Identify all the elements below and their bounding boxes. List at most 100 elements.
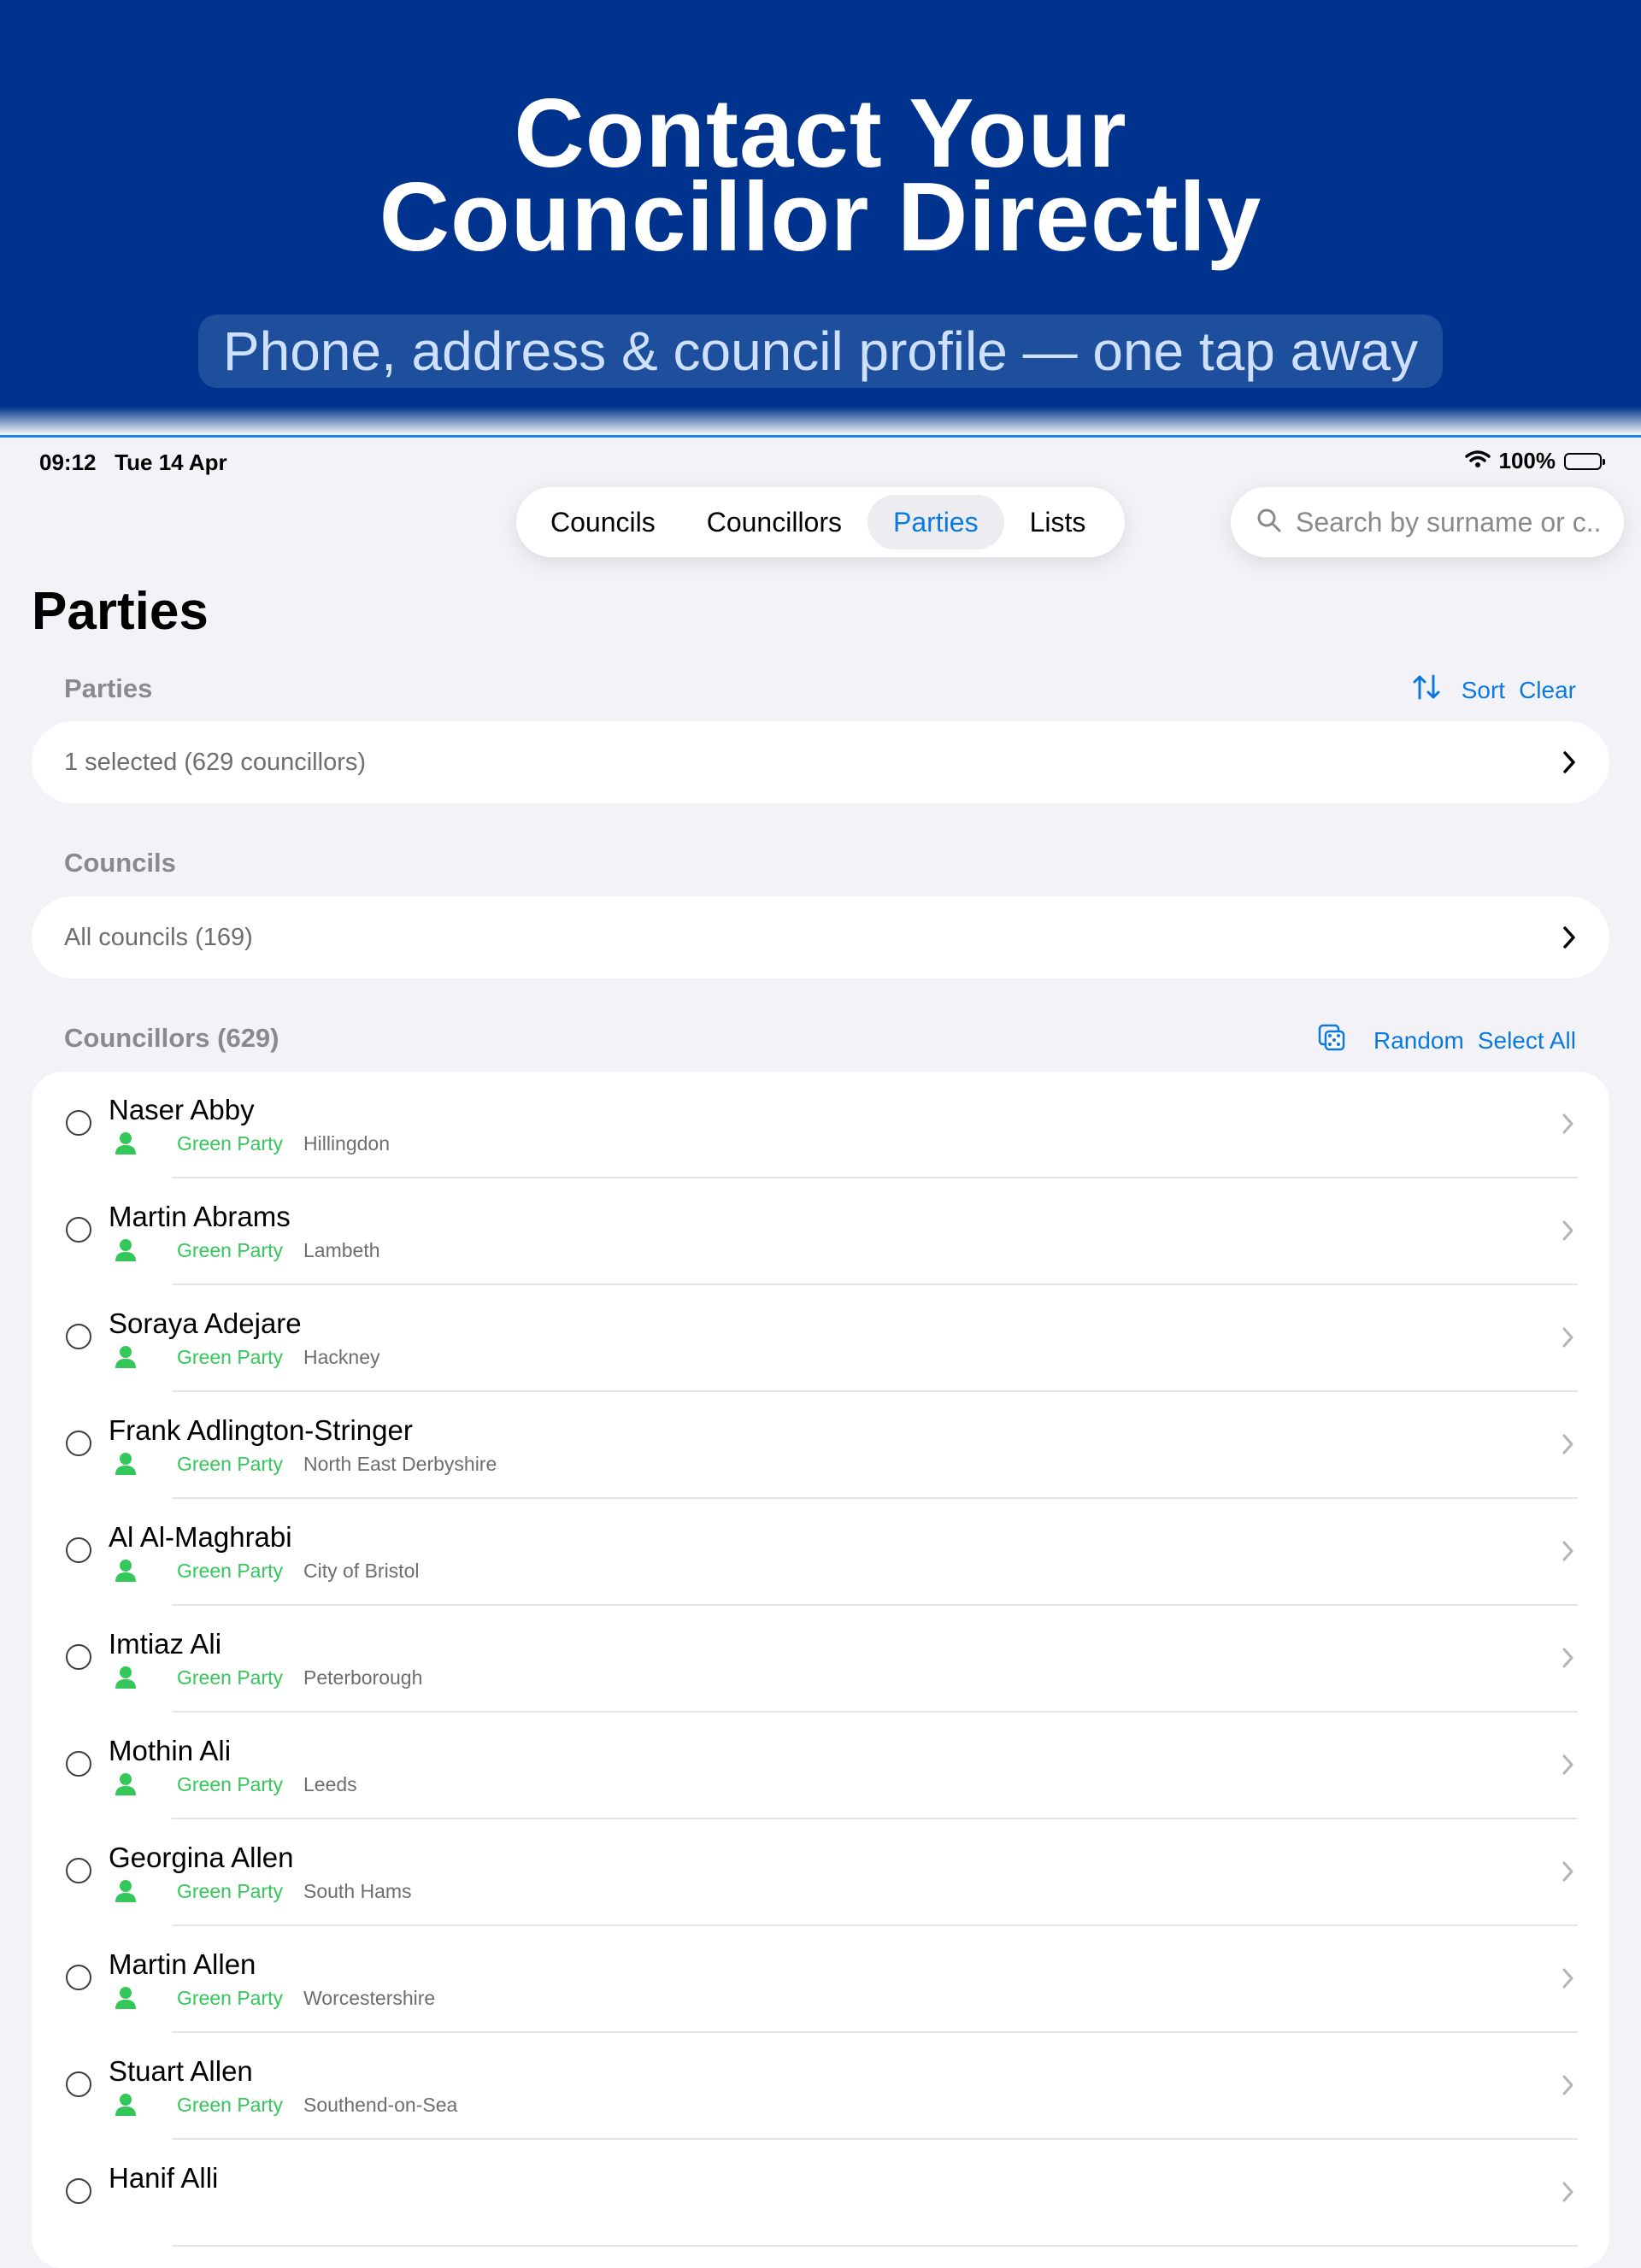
selection-radio[interactable] bbox=[66, 1858, 91, 1883]
councillor-meta: Green Party Hillingdon bbox=[115, 1131, 390, 1155]
banner-fade bbox=[0, 407, 1641, 436]
councillor-name: Mothin Ali bbox=[109, 1735, 232, 1766]
councillor-meta: Green Party Peterborough bbox=[115, 1666, 422, 1689]
party-name: Green Party bbox=[177, 1879, 283, 1902]
status-bar-time: 09:12 Tue 14 Apr bbox=[39, 449, 227, 476]
council-name: North East Derbyshire bbox=[303, 1452, 497, 1475]
councillor-meta: Green Party City of Bristol bbox=[115, 1559, 419, 1583]
council-name: Lambeth bbox=[303, 1238, 380, 1261]
chevron-right-icon bbox=[1562, 750, 1577, 779]
person-icon bbox=[115, 1559, 137, 1583]
person-icon bbox=[115, 1238, 137, 1262]
councillor-list: Naser Abby Green Party Hillingdon Martin… bbox=[32, 1072, 1609, 2268]
councillor-meta: Green Party Leeds bbox=[115, 1772, 357, 1796]
councillor-name: Georgina Allen bbox=[109, 1842, 294, 1873]
person-icon bbox=[115, 2093, 137, 2117]
parties-section-label: Parties bbox=[64, 673, 153, 703]
party-name: Green Party bbox=[177, 1559, 283, 1582]
councils-section-label: Councils bbox=[64, 848, 176, 878]
councillor-row[interactable]: Hanif Alli bbox=[32, 2140, 1609, 2247]
dice-icon[interactable] bbox=[1317, 1023, 1346, 1058]
councils-selector[interactable]: All councils (169) bbox=[32, 896, 1609, 978]
council-name: City of Bristol bbox=[303, 1559, 420, 1582]
parties-selector[interactable]: 1 selected (629 councillors) bbox=[32, 721, 1609, 803]
selection-radio[interactable] bbox=[66, 1751, 91, 1777]
status-date: Tue 14 Apr bbox=[115, 449, 227, 475]
battery-icon bbox=[1564, 452, 1605, 470]
councillor-name: Stuart Allen bbox=[109, 2055, 253, 2087]
tab-parties[interactable]: Parties bbox=[868, 495, 1004, 549]
person-icon bbox=[115, 1666, 137, 1689]
search-icon bbox=[1256, 508, 1282, 538]
clear-button[interactable]: Clear bbox=[1519, 677, 1576, 704]
selection-radio[interactable] bbox=[66, 2178, 91, 2204]
selection-radio[interactable] bbox=[66, 1431, 91, 1456]
party-name: Green Party bbox=[177, 2093, 283, 2116]
status-time: 09:12 bbox=[39, 449, 97, 475]
selection-radio[interactable] bbox=[66, 1644, 91, 1670]
person-icon bbox=[115, 1345, 137, 1369]
person-icon bbox=[115, 1986, 137, 2010]
promo-banner: Contact Your Councillor Directly Phone, … bbox=[0, 0, 1641, 407]
tab-councils[interactable]: Councils bbox=[525, 495, 681, 549]
search-bar[interactable] bbox=[1231, 487, 1624, 557]
select-all-button[interactable]: Select All bbox=[1478, 1027, 1576, 1055]
party-name: Green Party bbox=[177, 1452, 283, 1475]
councillor-meta: Green Party Worcestershire bbox=[115, 1986, 435, 2010]
person-icon bbox=[115, 1879, 137, 1903]
party-name: Green Party bbox=[177, 1345, 283, 1368]
selection-radio[interactable] bbox=[66, 1965, 91, 1990]
selection-radio[interactable] bbox=[66, 1217, 91, 1243]
row-divider bbox=[172, 2245, 1578, 2247]
tab-councillors[interactable]: Councillors bbox=[681, 495, 868, 549]
banner-title: Contact Your Councillor Directly bbox=[0, 85, 1641, 267]
councillor-row[interactable]: Frank Adlington-Stringer Green Party Nor… bbox=[32, 1392, 1609, 1499]
sort-icon[interactable] bbox=[1412, 673, 1441, 707]
selection-radio[interactable] bbox=[66, 1110, 91, 1136]
council-name: Leeds bbox=[303, 1772, 357, 1795]
sort-button[interactable]: Sort bbox=[1462, 677, 1505, 704]
councillor-row[interactable]: Imtiaz Ali Green Party Peterborough bbox=[32, 1606, 1609, 1713]
banner-subtitle: Phone, address & council profile — one t… bbox=[198, 314, 1443, 388]
parties-selection-summary: 1 selected (629 councillors) bbox=[64, 749, 367, 776]
battery-percent: 100% bbox=[1498, 448, 1556, 473]
chevron-right-icon bbox=[1562, 2074, 1575, 2101]
search-input[interactable] bbox=[1294, 505, 1605, 539]
councillor-name: Al Al-Maghrabi bbox=[109, 1521, 292, 1553]
party-name: Green Party bbox=[177, 1986, 283, 2009]
random-button[interactable]: Random bbox=[1373, 1027, 1464, 1055]
person-icon bbox=[115, 1452, 137, 1476]
chevron-right-icon bbox=[1562, 2181, 1575, 2207]
councillor-meta: Green Party Lambeth bbox=[115, 1238, 380, 1262]
council-name: Southend-on-Sea bbox=[303, 2093, 458, 2116]
app-screen: 09:12 Tue 14 Apr 100% Councils Councillo… bbox=[0, 438, 1641, 2268]
selection-radio[interactable] bbox=[66, 1324, 91, 1349]
chevron-right-icon bbox=[1562, 1219, 1575, 1246]
selection-radio[interactable] bbox=[66, 2071, 91, 2097]
councillor-name: Soraya Adejare bbox=[109, 1307, 302, 1339]
wifi-icon bbox=[1464, 448, 1491, 474]
selection-radio[interactable] bbox=[66, 1537, 91, 1563]
councillor-row[interactable]: Mothin Ali Green Party Leeds bbox=[32, 1713, 1609, 1819]
councillor-row[interactable]: Al Al-Maghrabi Green Party City of Brist… bbox=[32, 1499, 1609, 1606]
party-name: Green Party bbox=[177, 1238, 283, 1261]
chevron-right-icon bbox=[1562, 1433, 1575, 1460]
councillor-row[interactable]: Georgina Allen Green Party South Hams bbox=[32, 1819, 1609, 1926]
page-title: Parties bbox=[32, 582, 209, 641]
councillor-meta: Green Party South Hams bbox=[115, 1879, 412, 1903]
councillor-name: Naser Abby bbox=[109, 1094, 255, 1125]
councillor-row[interactable]: Martin Allen Green Party Worcestershire bbox=[32, 1926, 1609, 2033]
councillor-row[interactable]: Stuart Allen Green Party Southend-on-Sea bbox=[32, 2033, 1609, 2140]
councillor-name: Martin Allen bbox=[109, 1948, 256, 1980]
tab-lists[interactable]: Lists bbox=[1004, 495, 1112, 549]
councillor-row[interactable]: Naser Abby Green Party Hillingdon bbox=[32, 1072, 1609, 1178]
chevron-right-icon bbox=[1562, 1860, 1575, 1887]
party-name: Green Party bbox=[177, 1131, 283, 1155]
chevron-right-icon bbox=[1562, 925, 1577, 954]
councillor-row[interactable]: Martin Abrams Green Party Lambeth bbox=[32, 1178, 1609, 1285]
chevron-right-icon bbox=[1562, 1967, 1575, 1994]
chevron-right-icon bbox=[1562, 1754, 1575, 1780]
councillor-row[interactable]: Soraya Adejare Green Party Hackney bbox=[32, 1285, 1609, 1392]
chevron-right-icon bbox=[1562, 1113, 1575, 1139]
person-icon bbox=[115, 1772, 137, 1796]
